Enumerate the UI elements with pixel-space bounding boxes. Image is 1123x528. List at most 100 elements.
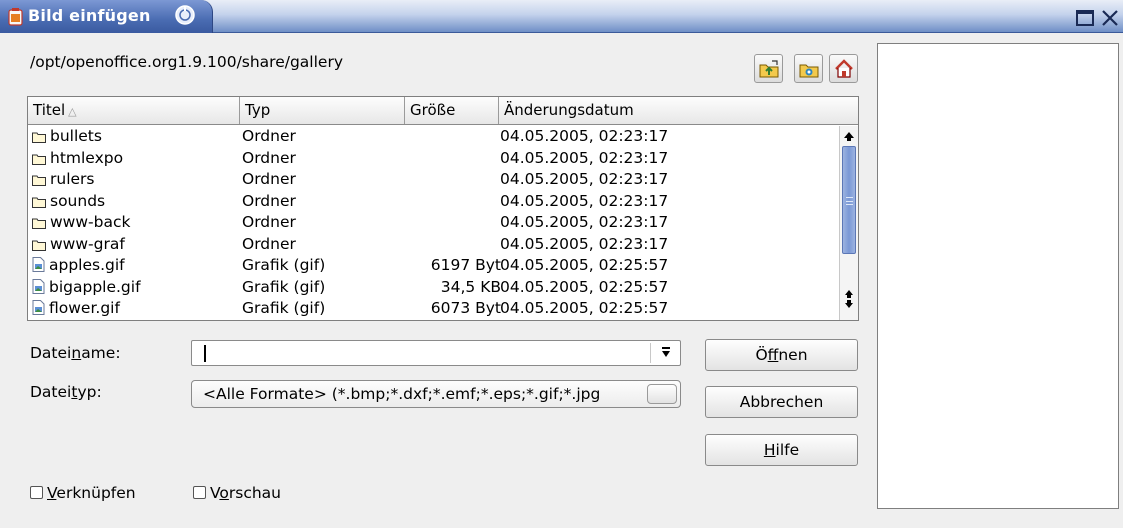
home-icon — [835, 59, 853, 78]
list-item[interactable]: www-back Ordner 04.05.2005, 02:23:17 — [28, 212, 838, 234]
column-header-size[interactable]: Größe — [405, 97, 499, 124]
close-icon[interactable] — [1099, 8, 1121, 28]
item-name: bigapple.gif — [32, 277, 141, 299]
filetype-value: <Alle Formate> (*.bmp;*.dxf;*.emf;*.eps;… — [203, 385, 601, 403]
item-type: Ordner — [242, 213, 296, 231]
list-item[interactable]: bigapple.gif Grafik (gif) 34,5 KB 04.05.200… — [28, 277, 838, 299]
filename-label-pre: Datei — [30, 344, 72, 362]
open-button[interactable]: Öffnen — [705, 339, 858, 371]
item-size: 34,5 KB — [440, 277, 501, 296]
folder-icon — [32, 197, 46, 208]
item-type: Grafik (gif) — [242, 256, 326, 274]
new-folder-icon — [799, 64, 819, 78]
item-date: 04.05.2005, 02:23:17 — [500, 170, 669, 188]
link-checkbox-box[interactable] — [30, 486, 43, 499]
folder-icon — [32, 218, 46, 229]
item-name-text: www-graf — [50, 234, 125, 253]
column-header-type[interactable]: Typ — [240, 97, 405, 124]
item-name: sounds — [32, 191, 105, 213]
filename-history-button[interactable] — [650, 343, 678, 363]
list-item[interactable]: htmlexpo Ordner 04.05.2005, 02:23:17 — [28, 148, 838, 170]
open-label-pre: Ö — [755, 346, 768, 364]
preview-checkbox[interactable]: Vorschau — [193, 484, 281, 502]
list-item[interactable]: sounds Ordner 04.05.2005, 02:23:17 — [28, 191, 838, 213]
filetype-dropdown-button[interactable] — [647, 384, 677, 404]
scroll-up-icon[interactable] — [842, 129, 856, 143]
list-rows: bullets Ordner 04.05.2005, 02:23:17 htmlexp… — [28, 126, 838, 320]
item-name: flower.gif — [32, 298, 120, 320]
item-name-text: rulers — [50, 170, 95, 188]
filetype-select[interactable]: <Alle Formate> (*.bmp;*.dxf;*.emf;*.eps;… — [191, 380, 681, 408]
title-bar[interactable]: Bild einfügen — [0, 0, 1123, 33]
preview-label-mnemonic: o — [219, 484, 229, 502]
list-item[interactable]: flower.gif Grafik (gif) 6073 Byt 04.05.2005… — [28, 298, 838, 320]
window-title: Bild einfügen — [28, 6, 151, 25]
new-folder-button[interactable] — [794, 54, 823, 83]
item-type: Ordner — [242, 234, 296, 253]
item-name-text: flower.gif — [49, 299, 120, 317]
sticky-icon[interactable] — [172, 4, 198, 26]
filename-label: Dateiname: — [30, 344, 121, 362]
item-size: 6197 Byt — [430, 256, 501, 274]
link-label-post: erknüpfen — [56, 484, 136, 502]
list-header: Titel △ Typ Größe Änderungsdatum — [28, 97, 858, 125]
item-type: Grafik (gif) — [242, 299, 326, 317]
help-label-post: ilfe — [775, 441, 800, 459]
folder-up-icon — [759, 60, 779, 78]
item-type: Grafik (gif) — [242, 277, 326, 296]
folder-icon — [32, 240, 46, 251]
vertical-scrollbar[interactable] — [839, 126, 858, 320]
preview-pane — [877, 43, 1119, 509]
open-label-post: fnen — [778, 346, 808, 364]
column-header-date[interactable]: Änderungsdatum — [499, 97, 858, 124]
list-item[interactable]: apples.gif Grafik (gif) 6197 Byt 04.05.2005… — [28, 255, 838, 277]
list-item[interactable]: www-graf Ordner 04.05.2005, 02:23:17 — [28, 234, 838, 256]
item-name: bullets — [32, 126, 102, 148]
file-list[interactable]: Titel △ Typ Größe Änderungsdatum bullets O… — [27, 96, 859, 321]
list-item[interactable]: rulers Ordner 04.05.2005, 02:23:17 — [28, 169, 838, 191]
filetype-label-post: yp: — [77, 383, 102, 401]
item-name-text: htmlexpo — [50, 148, 124, 167]
item-date: 04.05.2005, 02:23:17 — [500, 127, 669, 145]
item-type: Ordner — [242, 148, 296, 167]
open-label-mnemonic: f — [767, 346, 779, 364]
filetype-label: Dateityp: — [30, 383, 102, 401]
image-file-icon — [32, 257, 45, 272]
filename-input[interactable] — [191, 340, 681, 366]
cancel-button[interactable]: Abbrechen — [705, 386, 858, 418]
title-tab[interactable]: Bild einfügen — [0, 0, 213, 33]
list-item[interactable]: bullets Ordner 04.05.2005, 02:23:17 — [28, 126, 838, 148]
item-type: Ordner — [242, 191, 296, 210]
maximize-icon[interactable] — [1074, 8, 1096, 28]
home-button[interactable] — [829, 54, 858, 83]
link-checkbox[interactable]: Verknüpfen — [30, 484, 136, 502]
item-name-text: www-back — [50, 213, 131, 231]
folder-icon — [32, 175, 46, 186]
preview-label-post: rschau — [228, 484, 282, 502]
item-name-text: bigapple.gif — [49, 277, 141, 296]
help-button[interactable]: Hilfe — [705, 434, 858, 466]
scroll-thumb[interactable] — [842, 146, 856, 254]
item-name-text: bullets — [50, 127, 102, 145]
item-date: 04.05.2005, 02:25:57 — [500, 277, 669, 296]
column-header-title[interactable]: Titel △ — [28, 97, 240, 124]
item-name-text: apples.gif — [49, 256, 125, 274]
item-size: 6073 Byt — [430, 299, 501, 317]
preview-checkbox-box[interactable] — [193, 486, 206, 499]
folder-up-button[interactable] — [754, 54, 783, 83]
current-path: /opt/openoffice.org1.9.100/share/gallery — [30, 53, 344, 71]
item-name: www-back — [32, 212, 130, 234]
item-date: 04.05.2005, 02:23:17 — [500, 191, 669, 210]
scroll-up-down-icon[interactable] — [842, 276, 856, 316]
text-caret — [204, 345, 206, 362]
item-date: 04.05.2005, 02:23:17 — [500, 213, 669, 231]
app-icon — [8, 8, 23, 26]
item-type: Ordner — [242, 170, 296, 188]
filename-label-post: ame: — [81, 344, 121, 362]
item-name: rulers — [32, 169, 95, 191]
grip-icon — [846, 197, 853, 205]
link-label-mnemonic: V — [47, 484, 57, 502]
item-name: www-graf — [32, 234, 125, 256]
item-date: 04.05.2005, 02:25:57 — [500, 299, 669, 317]
item-name: htmlexpo — [32, 148, 123, 170]
